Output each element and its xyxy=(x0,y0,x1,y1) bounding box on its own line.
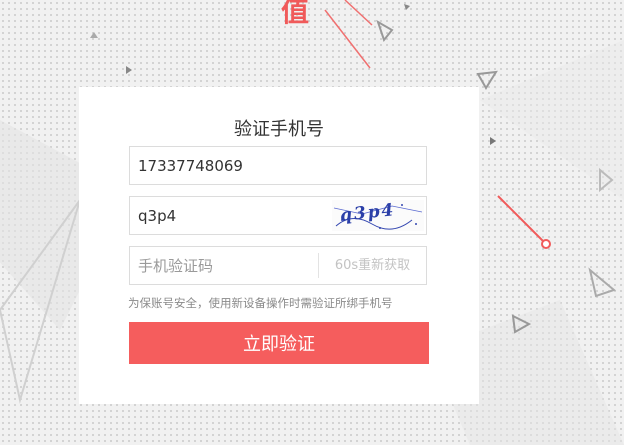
phone-field xyxy=(129,146,427,185)
verify-phone-card: 验证手机号 q3p4 60s重新获取 为保账号安全，使用新设备操作时需验证所绑手… xyxy=(79,87,479,404)
captcha-input[interactable] xyxy=(138,197,318,234)
resend-code-button[interactable]: 60s重新获取 xyxy=(319,247,426,284)
captcha-field: q3p4 xyxy=(129,196,427,235)
card-title: 验证手机号 xyxy=(234,119,324,140)
verify-now-button[interactable]: 立即验证 xyxy=(129,322,429,364)
phone-input[interactable] xyxy=(138,147,418,184)
sms-code-input[interactable] xyxy=(138,247,318,284)
security-hint: 为保账号安全，使用新设备操作时需验证所绑手机号 xyxy=(128,296,393,310)
sms-code-field: 60s重新获取 xyxy=(129,246,427,285)
brand-logo-fragment: 值 xyxy=(281,0,310,28)
captcha-image[interactable]: q3p4 xyxy=(332,200,424,231)
